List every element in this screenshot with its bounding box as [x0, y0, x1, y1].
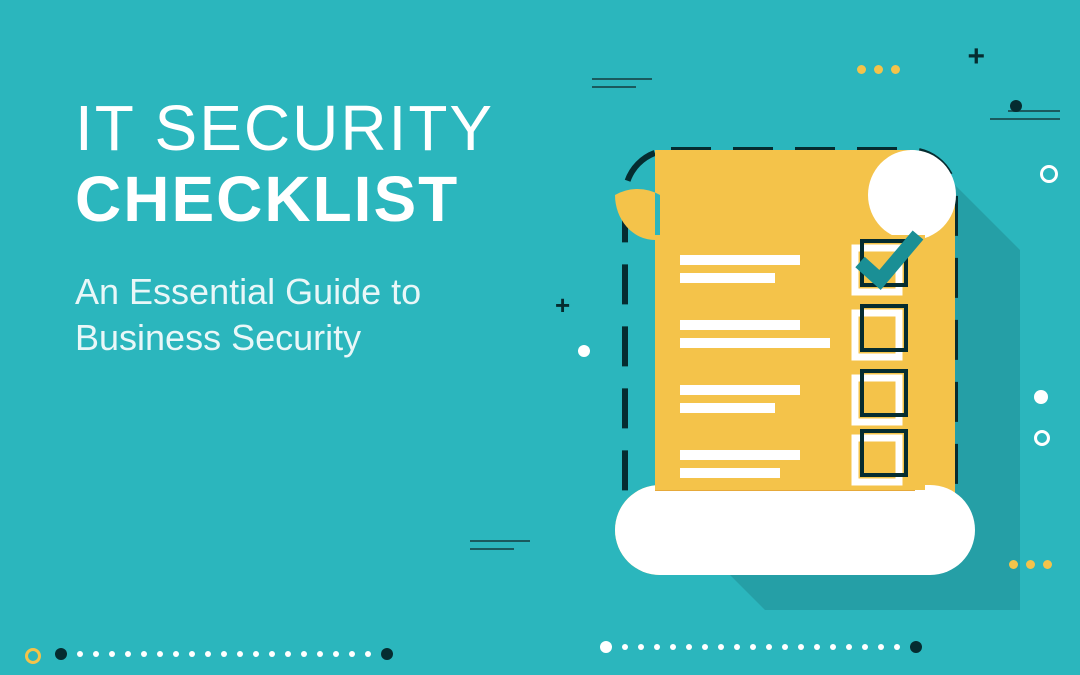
decorative-ring — [25, 648, 41, 664]
checklist-illustration — [600, 140, 1020, 610]
hero-text-block: IT SECURITY CHECKLIST An Essential Guide… — [75, 95, 494, 362]
decorative-dot-row — [55, 648, 393, 660]
decorative-dot — [578, 345, 590, 357]
subtitle-line-1: An Essential Guide to — [75, 269, 494, 316]
title-line-2: CHECKLIST — [75, 164, 494, 234]
decorative-dots — [1009, 560, 1052, 569]
title-line-1: IT SECURITY — [75, 95, 494, 162]
decorative-dot — [1034, 390, 1048, 404]
decorative-dashes — [592, 78, 652, 94]
decorative-ring — [1040, 165, 1058, 183]
decorative-dashes — [1008, 110, 1060, 126]
decorative-dots — [857, 65, 900, 74]
decorative-ring — [1034, 430, 1050, 446]
decorative-dot-row — [600, 641, 922, 653]
subtitle-line-2: Business Security — [75, 315, 494, 362]
plus-icon: + — [555, 290, 570, 321]
subtitle: An Essential Guide to Business Security — [75, 269, 494, 363]
plus-icon: + — [967, 40, 985, 74]
decorative-dot — [1010, 100, 1022, 112]
decorative-dashes — [470, 540, 530, 556]
